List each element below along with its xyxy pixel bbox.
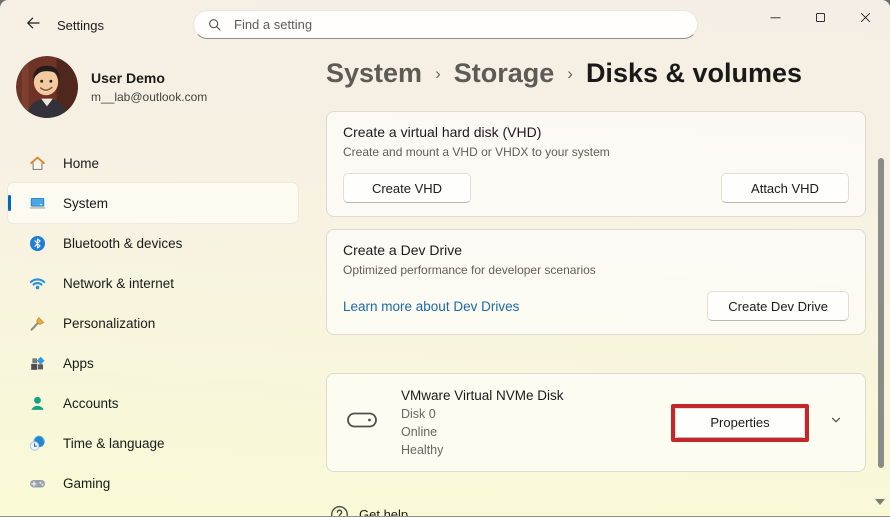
sidebar-item-label: Network & internet [63, 275, 175, 291]
breadcrumb-system[interactable]: System [326, 58, 422, 89]
sidebar-item-label: Home [63, 155, 100, 171]
disk-expand-button[interactable] [823, 410, 849, 436]
avatar [16, 56, 78, 118]
scrollbar[interactable] [875, 48, 886, 516]
chevron-right-icon: › [567, 64, 573, 83]
minimize-button[interactable] [753, 0, 798, 40]
sidebar-item-label: Apps [63, 355, 94, 371]
personalization-icon [28, 314, 47, 333]
close-button[interactable] [843, 0, 888, 40]
scroll-down-arrow-icon[interactable] [875, 499, 885, 505]
disk-info: VMware Virtual NVMe Disk Disk 0 Online H… [401, 388, 671, 457]
sidebar-item-label: Bluetooth & devices [63, 235, 183, 251]
disk-status-online: Online [401, 425, 438, 439]
sidebar-item-bluetooth-devices[interactable]: Bluetooth & devices [8, 223, 298, 263]
maximize-icon [813, 10, 828, 30]
disk-card: VMware Virtual NVMe Disk Disk 0 Online H… [326, 373, 866, 472]
vhd-card-title: Create a virtual hard disk (VHD) [343, 124, 542, 140]
minimize-icon [768, 10, 783, 30]
create-vhd-button[interactable]: Create VHD [343, 173, 471, 203]
settings-window: Settings Find a setting User Demo m__lab… [0, 0, 890, 517]
sidebar-item-time-language[interactable]: Time & language [8, 423, 298, 463]
sidebar: User Demo m__lab@outlook.com Home System… [0, 48, 312, 516]
apps-icon [28, 354, 47, 373]
search-box[interactable] [193, 10, 698, 39]
get-help-label: Get help [359, 507, 409, 517]
scrollbar-thumb[interactable] [878, 158, 884, 468]
sidebar-item-personalization[interactable]: Personalization [8, 303, 298, 343]
profile-text: User Demo m__lab@outlook.com [91, 70, 207, 104]
sidebar-item-label: Time & language [63, 435, 165, 451]
vhd-card-subtitle: Create and mount a VHD or VHDX to your s… [343, 145, 610, 159]
back-button[interactable] [16, 12, 50, 38]
gaming-icon [28, 474, 47, 493]
sidebar-nav: Home System Bluetooth & devices Network … [8, 143, 298, 503]
breadcrumb-storage[interactable]: Storage [454, 58, 555, 89]
disk-number: Disk 0 [401, 407, 436, 421]
sidebar-item-apps[interactable]: Apps [8, 343, 298, 383]
bluetooth-icon [28, 234, 47, 253]
page-title: Disks & volumes [585, 58, 803, 88]
close-icon [858, 10, 873, 30]
sidebar-item-gaming[interactable]: Gaming [8, 463, 298, 503]
dev-drive-card-subtitle: Optimized performance for developer scen… [343, 263, 596, 277]
main-content: System › Storage › Disks & volumes Creat… [326, 48, 866, 472]
time-language-icon [28, 434, 47, 453]
sidebar-item-network-internet[interactable]: Network & internet [8, 263, 298, 303]
vhd-card: Create a virtual hard disk (VHD) Create … [326, 111, 866, 217]
disk-status-health: Healthy [401, 443, 444, 457]
properties-button[interactable]: Properties [675, 407, 805, 438]
app-title: Settings [57, 18, 104, 33]
maximize-button[interactable] [798, 0, 843, 40]
cards: Create a virtual hard disk (VHD) Create … [326, 111, 866, 472]
network-icon [28, 274, 47, 293]
breadcrumb: System › Storage › Disks & volumes [326, 58, 866, 89]
titlebar: Settings [0, 0, 890, 48]
back-arrow-icon [24, 14, 42, 37]
chevron-down-icon [829, 413, 843, 432]
disk-drive-icon [347, 410, 377, 435]
sidebar-item-label: System [63, 195, 109, 211]
sidebar-item-accounts[interactable]: Accounts [8, 383, 298, 423]
user-email: m__lab@outlook.com [91, 90, 208, 104]
disk-name: VMware Virtual NVMe Disk [401, 388, 564, 403]
user-name: User Demo [91, 70, 165, 86]
search-input[interactable] [232, 16, 691, 33]
create-dev-drive-button[interactable]: Create Dev Drive [707, 291, 849, 321]
dev-drive-card-title: Create a Dev Drive [343, 242, 463, 258]
user-profile[interactable]: User Demo m__lab@outlook.com [16, 56, 207, 118]
sidebar-item-home[interactable]: Home [8, 143, 298, 183]
system-icon [28, 194, 47, 213]
search-icon [207, 17, 223, 33]
dev-drive-card: Create a Dev Drive Optimized performance… [326, 229, 866, 335]
get-help-link[interactable]: Get help [330, 505, 409, 517]
disk-actions: Properties [671, 403, 849, 442]
sidebar-item-system[interactable]: System [8, 183, 298, 223]
accounts-icon [28, 394, 47, 413]
attach-vhd-button[interactable]: Attach VHD [721, 173, 849, 203]
annotation-highlight: Properties [671, 403, 809, 442]
sidebar-item-label: Gaming [63, 475, 111, 491]
help-question-icon [330, 505, 349, 516]
sidebar-item-label: Personalization [63, 315, 156, 331]
sidebar-item-label: Accounts [63, 395, 119, 411]
window-controls [753, 0, 888, 40]
dev-drive-learn-more-link[interactable]: Learn more about Dev Drives [343, 299, 519, 314]
home-icon [28, 154, 47, 173]
chevron-right-icon: › [435, 64, 441, 83]
